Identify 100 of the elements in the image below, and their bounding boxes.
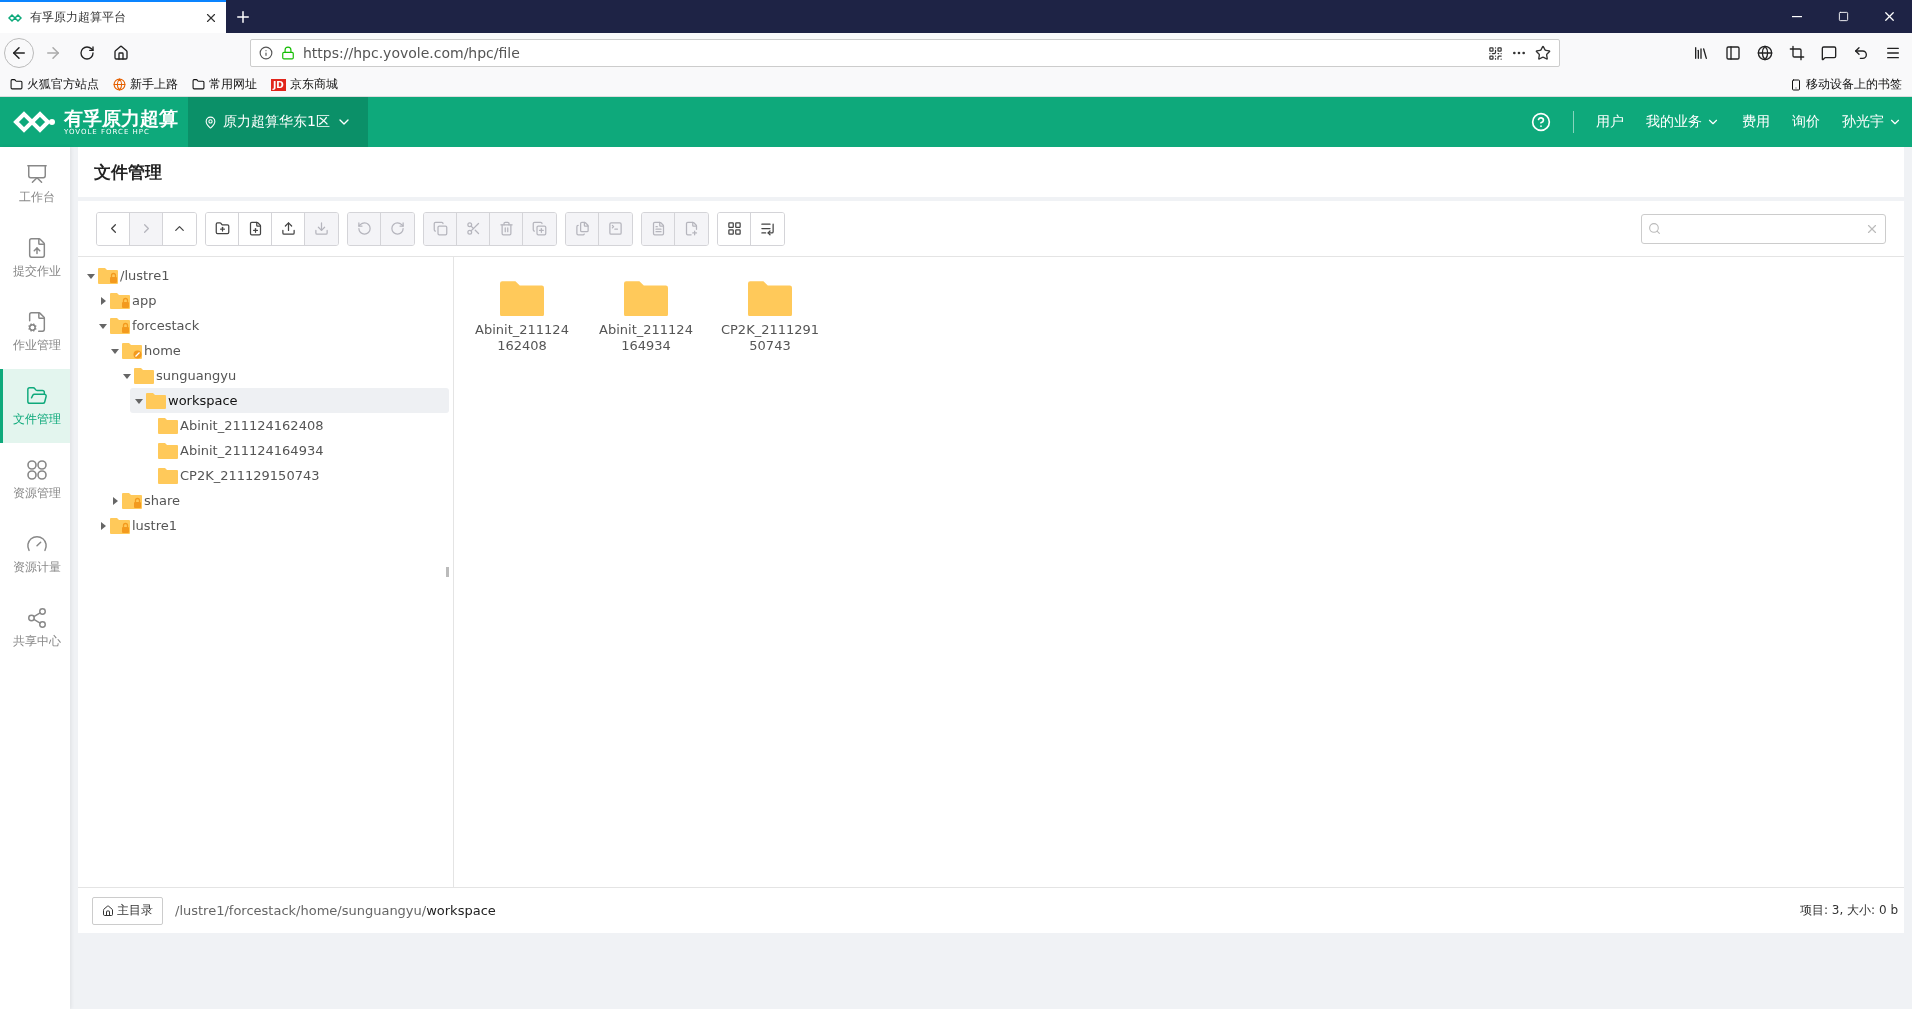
caret-icon[interactable] <box>99 321 107 330</box>
bookmark-link[interactable]: 常用网址 <box>192 76 257 93</box>
browser-tab[interactable]: 有孚原力超算平台 <box>0 0 226 33</box>
folder-icon <box>158 442 178 459</box>
upload-icon <box>280 221 296 236</box>
folder-icon <box>158 467 178 484</box>
download-icon <box>314 221 329 236</box>
tree-item[interactable]: forcestack <box>94 313 449 338</box>
tree-item[interactable]: home <box>106 338 449 363</box>
sidebar-item[interactable]: 共享中心 <box>0 591 70 665</box>
tree-item[interactable]: share <box>106 488 449 513</box>
qr-code-icon[interactable] <box>1488 45 1503 61</box>
reload-icon <box>79 45 95 61</box>
region-selector[interactable]: 原力超算华东1区 <box>188 97 368 147</box>
sidebar-item[interactable]: 提交作业 <box>0 221 70 295</box>
bookmark-link[interactable]: 移动设备上的书签 <box>1790 76 1902 93</box>
resize-handle[interactable] <box>446 567 449 577</box>
share-icon <box>25 606 48 629</box>
url-text: https://hpc.yovole.com/hpc/file <box>303 45 521 61</box>
duplicate-icon <box>532 221 547 236</box>
pin-icon <box>204 115 217 129</box>
home-directory-button[interactable]: 主目录 <box>92 896 163 925</box>
undo-icon <box>356 221 372 236</box>
logo-icon <box>12 110 58 134</box>
folder-icon <box>748 279 792 317</box>
file-item[interactable]: Abinit_211124162408 <box>464 279 580 355</box>
library-icon <box>1693 45 1709 61</box>
file-item[interactable]: CP2K_211129150743 <box>712 279 828 355</box>
search-field[interactable] <box>1641 213 1886 244</box>
sidebar-icon <box>1725 45 1741 61</box>
caret-icon[interactable] <box>111 346 119 355</box>
tree-item[interactable]: workspace <box>130 388 449 413</box>
crop-icon <box>1789 45 1805 61</box>
tree-item[interactable]: lustre1 <box>94 513 449 538</box>
file-item[interactable]: Abinit_211124164934 <box>588 279 704 355</box>
menu-icon <box>1885 45 1901 61</box>
caret-icon[interactable] <box>99 521 107 530</box>
circles-icon <box>25 458 48 481</box>
tree-item[interactable]: Abinit_211124164934 <box>142 438 449 463</box>
caret-icon[interactable] <box>99 296 107 305</box>
tree-item[interactable]: app <box>94 288 449 313</box>
lock-icon <box>281 46 295 60</box>
sidebar-item[interactable]: 作业管理 <box>0 295 70 369</box>
page-title: 文件管理 <box>94 160 162 184</box>
status-summary: 项目: 3, 大小: 0 b <box>1799 902 1898 919</box>
caret-icon[interactable] <box>135 396 143 405</box>
folder-icon <box>624 279 668 317</box>
globe-icon <box>113 78 126 91</box>
sidebar-item[interactable]: 资源计量 <box>0 517 70 591</box>
new-folder-icon <box>214 221 230 236</box>
folder-icon <box>158 417 178 434</box>
globe-icon <box>1757 45 1773 61</box>
folder-icon <box>146 392 166 409</box>
caret-icon[interactable] <box>87 271 95 280</box>
sort-icon <box>760 221 775 236</box>
bookmark-link[interactable]: JD 京东商城 <box>271 76 338 93</box>
sidebar-item[interactable]: 工作台 <box>0 147 70 221</box>
dashboard-icon <box>25 162 48 185</box>
path-text: /lustre1/forcestack/home/sunguangyu/workspace <box>175 903 496 918</box>
logo-icon <box>8 12 22 23</box>
file-settings-icon <box>25 310 48 333</box>
bookmark-link[interactable]: 新手上路 <box>113 76 178 93</box>
add-document-icon <box>684 221 699 236</box>
document-icon <box>650 221 666 236</box>
folder-icon <box>10 78 23 91</box>
cut-icon <box>465 221 481 236</box>
copy-icon <box>432 221 448 236</box>
tab-title: 有孚原力超算平台 <box>30 9 127 26</box>
phone-icon <box>1790 78 1802 91</box>
minimize-icon <box>1792 15 1802 18</box>
new-file-icon <box>247 221 263 236</box>
star-icon[interactable] <box>1535 45 1551 61</box>
redo-icon <box>390 221 405 236</box>
info-icon[interactable] <box>259 46 273 60</box>
forward-arrow-icon <box>44 44 62 62</box>
folder-icon <box>134 367 154 384</box>
toolbar-button[interactable] <box>206 212 239 245</box>
bookmark-link[interactable]: 火狐官方站点 <box>10 76 99 93</box>
chat-icon <box>1821 45 1837 61</box>
tree-item[interactable]: sunguangyu <box>118 363 449 388</box>
files-icon <box>574 221 590 236</box>
sidebar-item[interactable]: 资源管理 <box>0 443 70 517</box>
grid-view-icon <box>726 221 742 236</box>
caret-icon[interactable] <box>111 496 119 505</box>
home-icon <box>102 904 114 917</box>
tree-item[interactable]: /lustre1 <box>82 263 449 288</box>
folder-icon <box>25 384 48 407</box>
tree-item[interactable]: Abinit_211124162408 <box>142 413 449 438</box>
logo-text: 有孚原力超算 <box>64 108 178 128</box>
toolbar-button[interactable] <box>718 212 751 245</box>
folder-icon <box>500 279 544 317</box>
terminal-icon <box>608 221 623 236</box>
address-bar[interactable]: https://hpc.yovole.com/hpc/file <box>250 39 1560 67</box>
restore-icon <box>1837 11 1849 22</box>
logo-icon: JD <box>271 78 286 91</box>
help-icon[interactable] <box>1531 112 1551 132</box>
tree-item[interactable]: CP2K_211129150743 <box>142 463 449 488</box>
delete-icon <box>498 221 514 236</box>
caret-icon[interactable] <box>123 371 131 380</box>
home-icon <box>113 45 129 61</box>
